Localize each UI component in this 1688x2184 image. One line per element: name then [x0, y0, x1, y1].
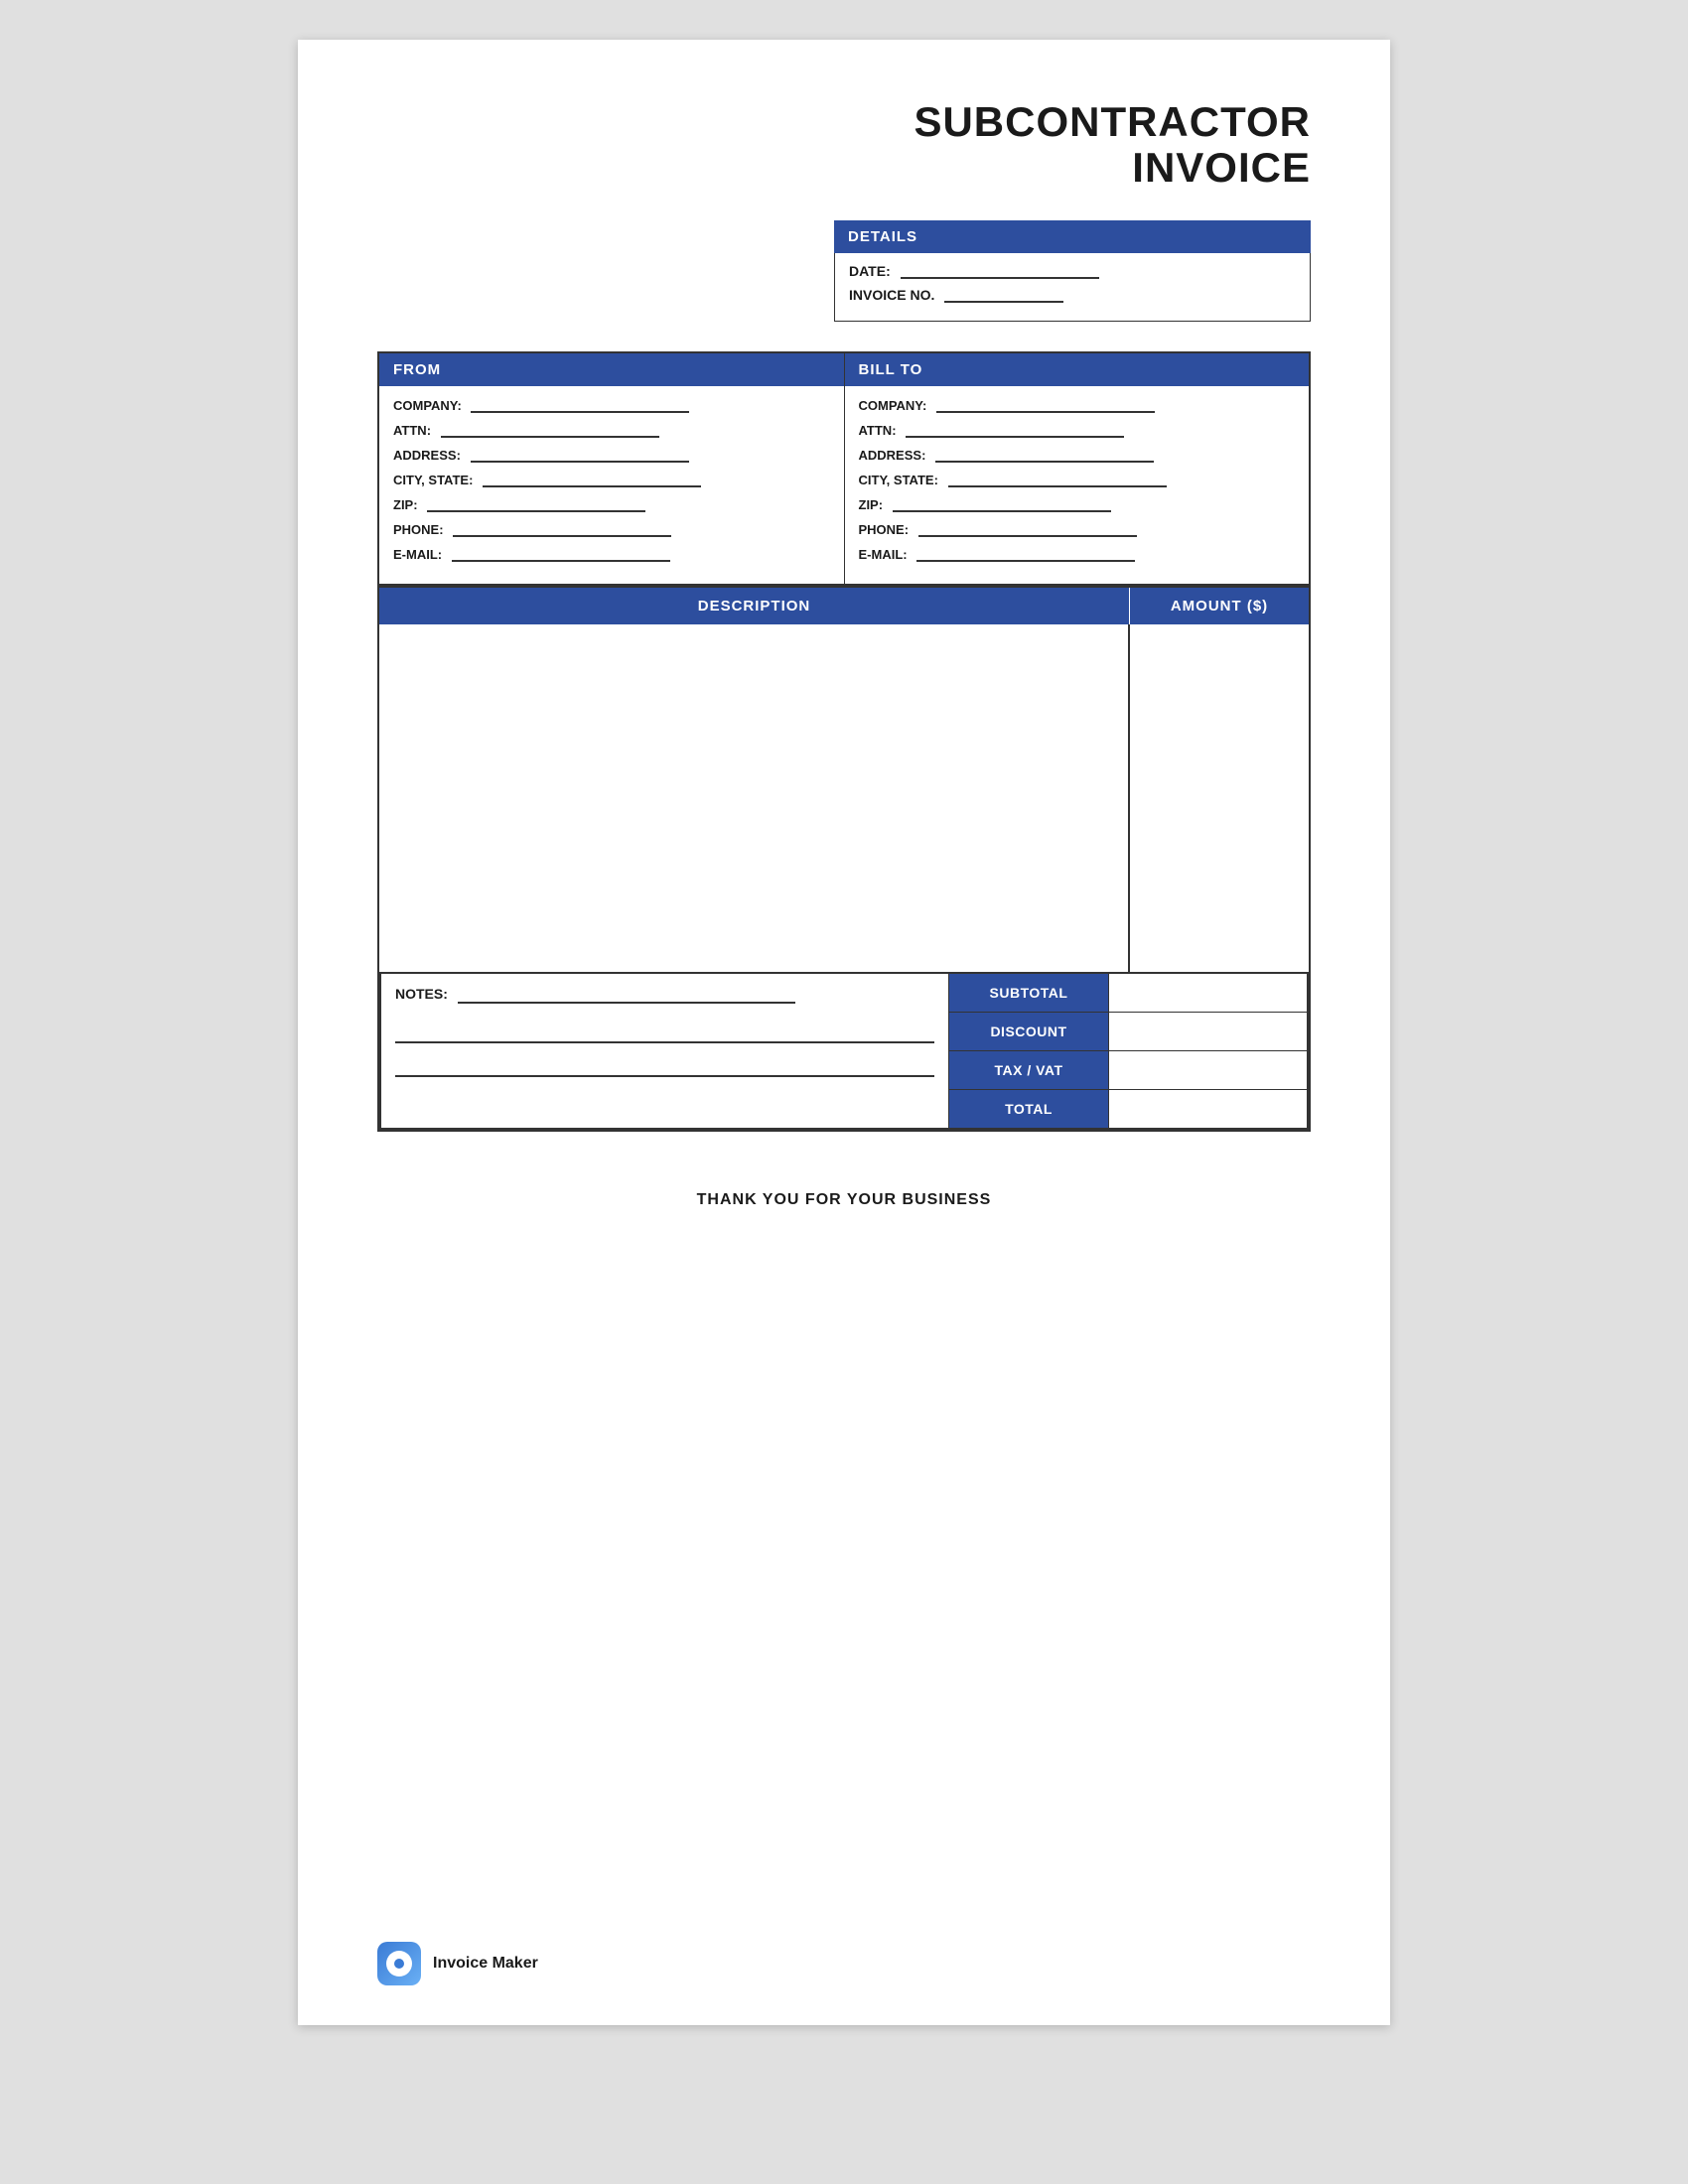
billto-citystate-label: CITY, STATE:	[859, 473, 938, 487]
thank-you-message: THANK YOU FOR YOUR BUSINESS	[377, 1191, 1311, 1209]
discount-label: DISCOUNT	[949, 1013, 1108, 1050]
from-citystate-input[interactable]	[483, 485, 701, 487]
billto-zip-row: ZIP:	[859, 497, 1296, 512]
totals-notes-section: NOTES: SUBTOTAL DISCOUNT	[377, 972, 1311, 1132]
billto-email-label: E-MAIL:	[859, 547, 908, 562]
from-phone-label: PHONE:	[393, 522, 444, 537]
billto-body: COMPANY: ATTN: ADDRESS: CITY, STATE: ZIP…	[845, 386, 1310, 584]
from-billto-section: FROM COMPANY: ATTN: ADDRESS: CITY, STATE…	[377, 351, 1311, 586]
discount-value[interactable]	[1108, 1013, 1307, 1050]
from-phone-input[interactable]	[453, 535, 671, 537]
billto-attn-input[interactable]	[906, 436, 1124, 438]
from-zip-label: ZIP:	[393, 497, 418, 512]
notes-label: NOTES:	[395, 986, 448, 1002]
total-row: TOTAL	[949, 1090, 1307, 1128]
billto-address-label: ADDRESS:	[859, 448, 926, 463]
from-citystate-label: CITY, STATE:	[393, 473, 473, 487]
total-label: TOTAL	[949, 1090, 1108, 1128]
date-field-row: DATE:	[849, 263, 1296, 279]
billto-header: BILL TO	[845, 353, 1310, 386]
billto-address-input[interactable]	[935, 461, 1154, 463]
notes-extra-line-2[interactable]	[395, 1057, 934, 1077]
billto-email-input[interactable]	[916, 560, 1135, 562]
billto-zip-label: ZIP:	[859, 497, 884, 512]
billto-company-label: COMPANY:	[859, 398, 927, 413]
tax-label: TAX / VAT	[949, 1051, 1108, 1089]
billto-company-input[interactable]	[936, 411, 1155, 413]
footer: Invoice Maker	[377, 1942, 538, 1985]
billto-phone-row: PHONE:	[859, 522, 1296, 537]
description-cell[interactable]	[379, 624, 1130, 972]
details-body: DATE: INVOICE NO.	[834, 253, 1311, 322]
discount-row: DISCOUNT	[949, 1013, 1307, 1051]
date-label: DATE:	[849, 263, 891, 279]
billto-phone-input[interactable]	[918, 535, 1137, 537]
from-attn-row: ATTN:	[393, 423, 830, 438]
notes-field-row: NOTES:	[395, 986, 934, 1004]
from-citystate-row: CITY, STATE:	[393, 473, 830, 487]
billto-zip-input[interactable]	[893, 510, 1111, 512]
app-name: Invoice Maker	[433, 1955, 538, 1973]
from-email-label: E-MAIL:	[393, 547, 442, 562]
amount-column-header: AMOUNT ($)	[1130, 588, 1309, 624]
from-zip-input[interactable]	[427, 510, 645, 512]
from-email-input[interactable]	[452, 560, 670, 562]
invoice-title: SUBCONTRACTOR INVOICE	[377, 99, 1311, 191]
subtotal-row: SUBTOTAL	[949, 974, 1307, 1013]
table-body-row	[379, 624, 1309, 972]
invoice-no-label: INVOICE NO.	[849, 287, 934, 303]
invoice-title-block: SUBCONTRACTOR INVOICE	[377, 99, 1311, 191]
from-company-input[interactable]	[471, 411, 689, 413]
subtotal-label: SUBTOTAL	[949, 974, 1108, 1012]
from-zip-row: ZIP:	[393, 497, 830, 512]
notes-column: NOTES:	[381, 974, 949, 1128]
details-header: DETAILS	[834, 220, 1311, 253]
from-company-label: COMPANY:	[393, 398, 462, 413]
billto-address-row: ADDRESS:	[859, 448, 1296, 463]
billto-email-row: E-MAIL:	[859, 547, 1296, 562]
table-header-row: DESCRIPTION AMOUNT ($)	[379, 588, 1309, 624]
description-column-header: DESCRIPTION	[379, 588, 1130, 624]
billto-citystate-input[interactable]	[948, 485, 1167, 487]
notes-extra-line-1[interactable]	[395, 1024, 934, 1043]
from-attn-input[interactable]	[441, 436, 659, 438]
from-company-row: COMPANY:	[393, 398, 830, 413]
amount-cell[interactable]	[1130, 624, 1309, 972]
from-email-row: E-MAIL:	[393, 547, 830, 562]
from-address-input[interactable]	[471, 461, 689, 463]
invoice-page: SUBCONTRACTOR INVOICE DETAILS DATE: INVO…	[298, 40, 1390, 2025]
from-attn-label: ATTN:	[393, 423, 431, 438]
billto-attn-label: ATTN:	[859, 423, 897, 438]
from-column: FROM COMPANY: ATTN: ADDRESS: CITY, STATE…	[379, 353, 845, 584]
tax-row: TAX / VAT	[949, 1051, 1307, 1090]
billto-attn-row: ATTN:	[859, 423, 1296, 438]
billto-column: BILL TO COMPANY: ATTN: ADDRESS: CITY, ST…	[845, 353, 1310, 584]
date-input[interactable]	[901, 277, 1099, 279]
app-logo-inner	[386, 1951, 412, 1977]
totals-notes-row: NOTES: SUBTOTAL DISCOUNT	[379, 972, 1309, 1130]
invoice-table: DESCRIPTION AMOUNT ($)	[377, 586, 1311, 972]
app-logo-dot	[394, 1959, 404, 1969]
from-address-row: ADDRESS:	[393, 448, 830, 463]
invoice-no-input[interactable]	[944, 301, 1063, 303]
billto-citystate-row: CITY, STATE:	[859, 473, 1296, 487]
app-logo	[377, 1942, 421, 1985]
tax-value[interactable]	[1108, 1051, 1307, 1089]
totals-column: SUBTOTAL DISCOUNT TAX / VAT TOTAL	[949, 974, 1307, 1128]
details-section: DETAILS DATE: INVOICE NO.	[834, 220, 1311, 322]
subtotal-value[interactable]	[1108, 974, 1307, 1012]
from-address-label: ADDRESS:	[393, 448, 461, 463]
from-body: COMPANY: ATTN: ADDRESS: CITY, STATE: ZIP…	[379, 386, 844, 584]
invoice-no-field-row: INVOICE NO.	[849, 287, 1296, 303]
from-header: FROM	[379, 353, 844, 386]
billto-phone-label: PHONE:	[859, 522, 910, 537]
from-phone-row: PHONE:	[393, 522, 830, 537]
notes-extra-lines	[395, 1024, 934, 1077]
total-value[interactable]	[1108, 1090, 1307, 1128]
notes-input-line[interactable]	[458, 1002, 795, 1004]
billto-company-row: COMPANY:	[859, 398, 1296, 413]
